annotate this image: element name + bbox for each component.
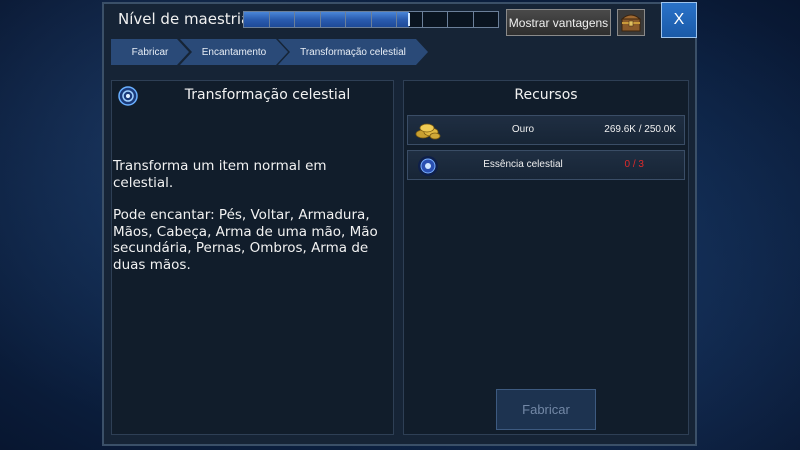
resource-name: Ouro: [511, 124, 535, 135]
breadcrumb-item-craft[interactable]: Fabricar: [111, 39, 189, 65]
resource-row-celestial-essence: Essência celestial 0 / 3: [407, 150, 685, 180]
item-title: Transformação celestial: [184, 87, 351, 103]
item-description-text: Transforma um item normal em celestial.: [113, 158, 327, 191]
celestial-essence-icon: [418, 156, 438, 176]
gold-coins-icon: [415, 123, 441, 140]
mastery-segment: [448, 12, 474, 27]
close-button[interactable]: X: [661, 2, 697, 38]
mastery-segment: [244, 12, 270, 27]
mastery-segment: [346, 12, 372, 27]
resource-amount: 0 / 3: [624, 159, 644, 170]
resource-row-gold: Ouro 269.6K / 250.0K: [407, 115, 685, 145]
breadcrumb-item-enchanting[interactable]: Encantamento: [180, 39, 288, 65]
mastery-label: Nível de maestria 1: [118, 10, 243, 28]
mastery-progress-bar: [243, 11, 499, 28]
chest-icon: [620, 14, 642, 32]
breadcrumb-item-celestial-transformation[interactable]: Transformação celestial: [278, 39, 428, 65]
mastery-segment: [321, 12, 346, 27]
mastery-segment: [423, 12, 448, 27]
craft-button[interactable]: Fabricar: [496, 389, 596, 430]
enchant-slots-text: Pode encantar: Pés, Voltar, Armadura, Mã…: [113, 207, 378, 273]
mastery-segment: [372, 12, 397, 27]
resource-amount: 269.6K / 250.0K: [604, 124, 676, 135]
mastery-segment: [474, 12, 499, 27]
resource-name: Essência celestial: [483, 159, 563, 170]
chest-button[interactable]: [617, 9, 645, 36]
resources-title: Recursos: [514, 87, 578, 103]
mastery-segment: [270, 12, 295, 27]
show-perks-button[interactable]: Mostrar vantagens: [506, 9, 611, 36]
mastery-progress-marker: [408, 13, 411, 26]
celestial-orb-icon: [118, 86, 138, 106]
mastery-segment: [295, 12, 321, 27]
item-description: Transforma um item normal em celestial. …: [113, 158, 388, 289]
